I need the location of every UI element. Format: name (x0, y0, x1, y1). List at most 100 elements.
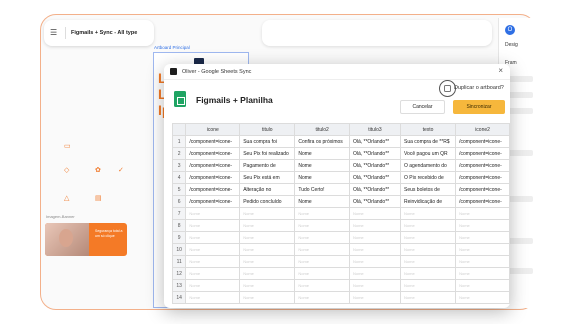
grid-cell[interactable]: Nome (239, 243, 296, 256)
lock-icon[interactable]: ◇ (64, 167, 69, 175)
grid-cell[interactable]: Seu Pix está em (239, 171, 296, 184)
grid-cell[interactable]: Nome (455, 219, 510, 232)
grid-cell[interactable]: Nome (294, 231, 350, 244)
column-header-icone[interactable]: icone (185, 123, 241, 136)
grid-cell[interactable]: Nome (399, 219, 457, 232)
grid-cell[interactable]: Nome (294, 171, 350, 184)
grid-cell[interactable]: Nome (239, 231, 296, 244)
sync-button[interactable]: Sincronizar (453, 100, 505, 114)
grid-cell[interactable]: Nome (185, 243, 241, 256)
column-header-titulo2[interactable]: titulo2 (294, 123, 350, 136)
grid-cell[interactable]: Nome (239, 219, 296, 232)
grid-cell[interactable]: Você pagou um QR (399, 147, 457, 160)
grid-cell[interactable]: Olá, **Orlando** (348, 159, 402, 172)
grid-cell[interactable]: Nome (348, 291, 402, 304)
grid-cell[interactable]: Pedido concluído (239, 195, 296, 208)
grid-cell[interactable]: Nome (294, 243, 350, 256)
grid-cell[interactable]: Nome (348, 279, 402, 292)
grid-cell[interactable]: Nome (399, 291, 457, 304)
grid-cell[interactable]: O Pix recebido de (399, 171, 457, 184)
column-header-titulo[interactable]: titulo (239, 123, 296, 136)
grid-cell[interactable]: Nome (399, 279, 457, 292)
close-icon[interactable]: × (498, 66, 503, 75)
grid-cell[interactable]: Nome (294, 291, 350, 304)
column-header-titulo3[interactable]: titulo3 (348, 123, 402, 136)
grid-cell[interactable]: Reinvidicação de (399, 195, 457, 208)
user-avatar[interactable]: O (505, 25, 515, 35)
grid-cell[interactable]: Nome (185, 255, 241, 268)
grid-cell[interactable]: Nome (455, 267, 510, 280)
grid-cell[interactable]: Nome (455, 291, 510, 304)
grid-cell[interactable]: Nome (185, 291, 241, 304)
grid-cell[interactable]: Nome (399, 207, 457, 220)
grid-cell[interactable]: Nome (348, 267, 402, 280)
grid-cell[interactable]: /component=icone- (455, 159, 510, 172)
grid-cell[interactable]: Nome (348, 207, 402, 220)
grid-cell[interactable]: Nome (348, 231, 402, 244)
document-icon[interactable]: ▤ (95, 195, 102, 203)
grid-cell[interactable]: /component=icone- (455, 135, 510, 148)
grid-cell[interactable]: Nome (239, 207, 296, 220)
grid-cell[interactable]: Nome (455, 207, 510, 220)
grid-cell[interactable]: /component=icone- (455, 147, 510, 160)
grid-cell[interactable]: Nome (185, 219, 241, 232)
image-banner[interactable]: Segurança total a um só clique (45, 223, 127, 256)
grid-cell[interactable]: Olá, **Orlando** (348, 147, 402, 160)
grid-cell[interactable]: Nome (239, 255, 296, 268)
grid-cell[interactable]: Nome (239, 267, 296, 280)
grid-cell[interactable]: Nome (185, 207, 241, 220)
grid-cell[interactable]: /component=icone- (455, 183, 510, 196)
grid-cell[interactable]: /component=icone- (185, 147, 241, 160)
grid-cell[interactable]: Nome (399, 231, 457, 244)
grid-cell[interactable]: Nome (348, 219, 402, 232)
grid-cell[interactable]: Nome (348, 243, 402, 256)
grid-cell[interactable]: Nome (455, 231, 510, 244)
grid-cell[interactable]: Nome (294, 267, 350, 280)
grid-cell[interactable]: Seus boletos de (399, 183, 457, 196)
grid-cell[interactable]: Olá, **Orlando** (348, 135, 402, 148)
grid-cell[interactable]: Sua compra foi (239, 135, 296, 148)
design-tab[interactable]: Desig (505, 42, 518, 48)
grid-cell[interactable]: Nome (348, 255, 402, 268)
grid-cell[interactable]: /component=icone- (185, 159, 241, 172)
artboard-label[interactable]: Artboard Principal (154, 45, 190, 50)
grid-cell[interactable]: /component=icone- (455, 195, 510, 208)
alert-icon[interactable]: △ (64, 195, 69, 203)
grid-cell[interactable]: Olá, **Orlando** (348, 183, 402, 196)
grid-cell[interactable]: Sua compra de **R$ (399, 135, 457, 148)
grid-cell[interactable]: Nome (294, 255, 350, 268)
grid-cell[interactable]: Nome (294, 147, 350, 160)
grid-cell[interactable]: Nome (294, 219, 350, 232)
check-icon[interactable]: ✓ (118, 167, 124, 175)
card-icon[interactable]: ▭ (64, 143, 71, 151)
grid-cell[interactable]: Seu Pix foi realizado (239, 147, 296, 160)
grid-cell[interactable]: Nome (185, 267, 241, 280)
duplicate-artboard-checkbox[interactable] (444, 85, 451, 92)
grid-cell[interactable]: Nome (455, 255, 510, 268)
main-menu-icon[interactable]: ☰ (50, 28, 60, 38)
grid-cell[interactable]: Alteração no (239, 183, 296, 196)
grid-cell[interactable]: /component=icone- (185, 171, 241, 184)
duplicate-artboard-label[interactable]: Duplicar o artboard? (454, 85, 504, 91)
grid-cell[interactable]: Nome (294, 207, 350, 220)
file-title[interactable]: Figmails + Sync - All type (71, 30, 137, 36)
column-header-icone2[interactable]: icone2 (455, 123, 510, 136)
grid-cell[interactable]: Nome (455, 243, 510, 256)
grid-cell[interactable]: Olá, **Orlando** (348, 171, 402, 184)
grid-cell[interactable]: Nome (185, 231, 241, 244)
column-header-texto[interactable]: texto (399, 123, 457, 136)
grid-cell[interactable]: Confira os próximos (294, 135, 350, 148)
grid-cell[interactable]: /component=icone- (185, 195, 241, 208)
grid-cell[interactable]: Nome (239, 291, 296, 304)
grid-cell[interactable]: Nome (294, 159, 350, 172)
grid-cell[interactable]: Olá, **Orlando** (348, 195, 402, 208)
grid-cell[interactable]: Nome (399, 243, 457, 256)
gear-icon[interactable]: ✿ (95, 167, 101, 175)
grid-cell[interactable]: Pagamento de (239, 159, 296, 172)
grid-cell[interactable]: /component=icone- (185, 183, 241, 196)
grid-cell[interactable]: /component=icone- (185, 135, 241, 148)
grid-cell[interactable]: O agendamento do (399, 159, 457, 172)
grid-cell[interactable]: Nome (455, 279, 510, 292)
grid-cell[interactable]: Nome (294, 279, 350, 292)
grid-cell[interactable]: Nome (239, 279, 296, 292)
